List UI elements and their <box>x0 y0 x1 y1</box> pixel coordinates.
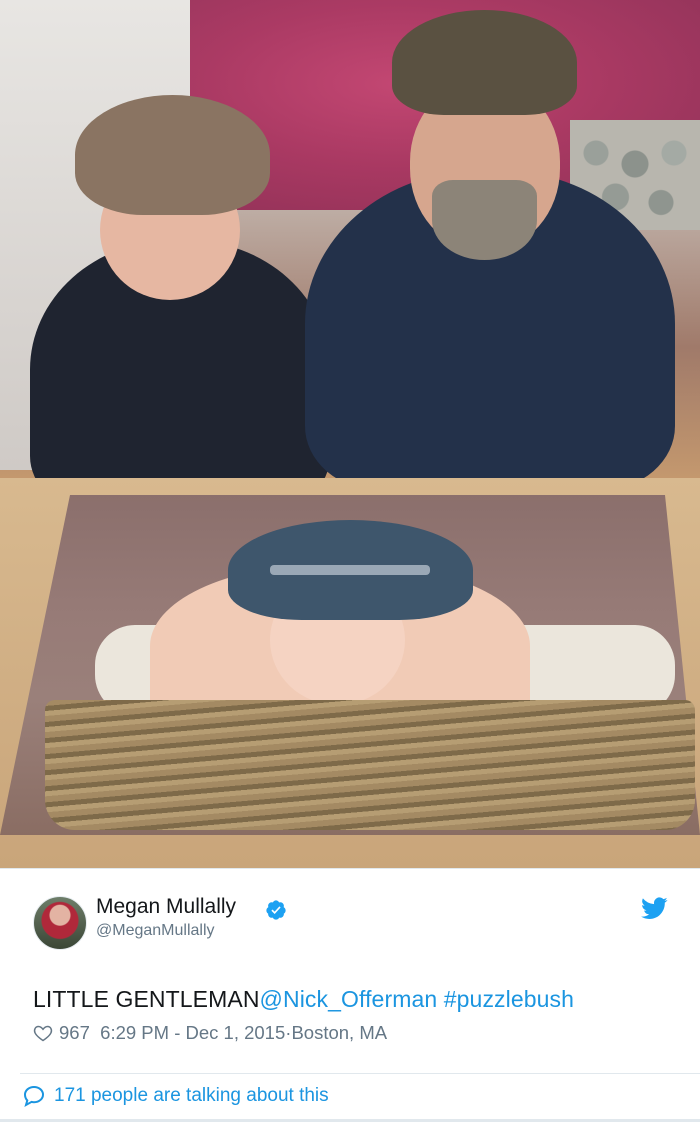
verified-badge-icon <box>266 900 286 920</box>
tweet-timestamp[interactable]: 6:29 PM - Dec 1, 2015 <box>100 1022 285 1044</box>
card-divider <box>20 1073 700 1074</box>
like-count[interactable]: 967 <box>59 1022 90 1044</box>
author-name[interactable]: Megan Mullally <box>96 895 236 919</box>
talking-about-link[interactable]: 171 people are talking about this <box>22 1084 329 1108</box>
heart-icon[interactable] <box>33 1023 53 1043</box>
photo-baby-hat-band <box>270 565 430 575</box>
photo-man-cap <box>392 10 577 115</box>
speech-bubble-icon <box>23 1085 45 1108</box>
tweet-photo[interactable] <box>0 0 700 868</box>
tweet-text: LITTLE GENTLEMAN@Nick_Offerman #puzzlebu… <box>33 986 574 1013</box>
tweet-location[interactable]: Boston, MA <box>291 1022 387 1044</box>
talking-about-label[interactable]: 171 people are talking about this <box>54 1085 329 1107</box>
photo-basket <box>45 700 695 830</box>
photo-man-beard <box>432 180 537 260</box>
twitter-bird-icon[interactable] <box>641 897 668 920</box>
mention-link[interactable]: @Nick_Offerman <box>260 986 438 1012</box>
author-handle[interactable]: @MeganMullally <box>96 922 215 940</box>
tweet-meta: 967 6:29 PM - Dec 1, 2015 · Boston, MA <box>33 1022 387 1044</box>
avatar[interactable] <box>33 896 87 950</box>
tweet-body: LITTLE GENTLEMAN <box>33 986 260 1012</box>
photo-woman-hat <box>75 95 270 215</box>
hashtag-link[interactable]: #puzzlebush <box>444 986 574 1012</box>
